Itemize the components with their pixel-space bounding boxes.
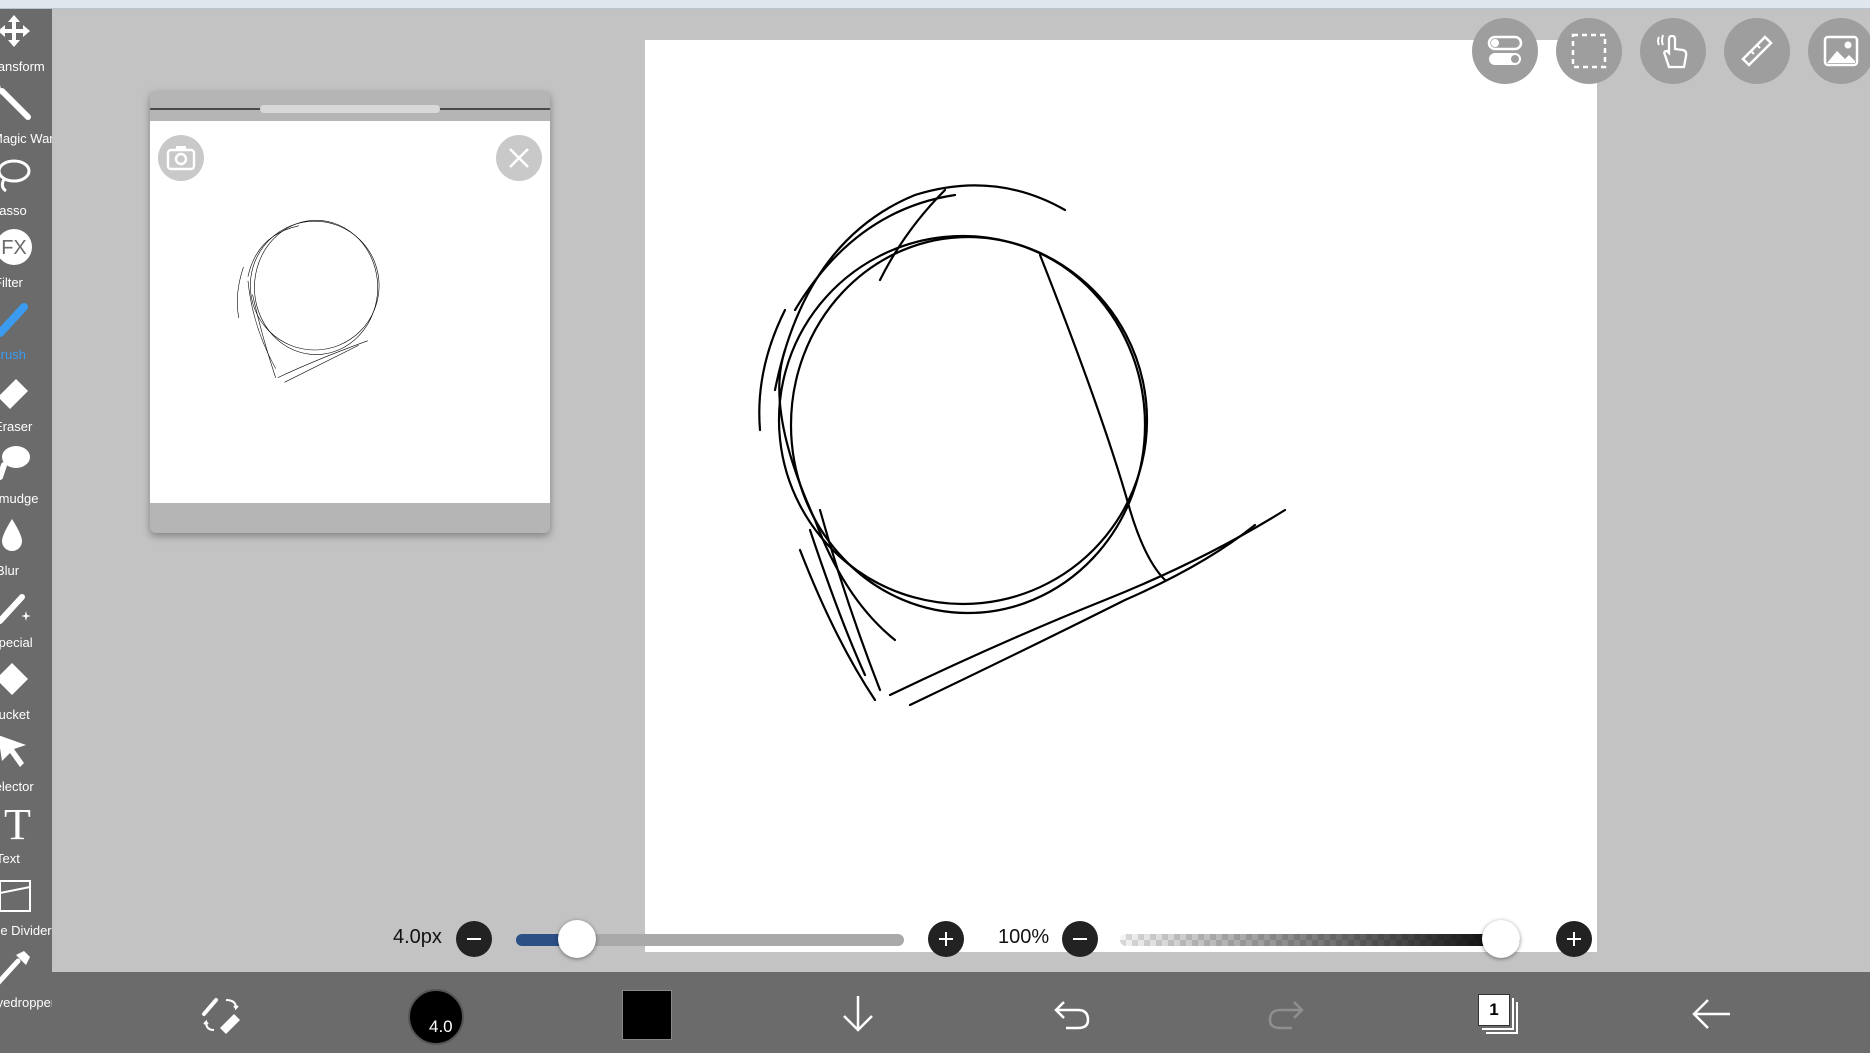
color-swatch[interactable] xyxy=(622,990,672,1040)
tool-bucket[interactable]: Bucket xyxy=(0,657,52,729)
svg-text:T: T xyxy=(4,803,31,843)
blur-drop-icon xyxy=(2,519,22,551)
eraser-icon xyxy=(0,379,28,409)
reference-preview xyxy=(150,121,550,503)
plus-icon xyxy=(1567,932,1581,946)
brush-eraser-swap-icon[interactable] xyxy=(200,994,244,1034)
material-button[interactable] xyxy=(1808,18,1870,84)
tool-filter[interactable]: FX Filter xyxy=(0,225,52,297)
layers-button[interactable]: 1 xyxy=(1478,994,1518,1034)
reference-window-drag-handle[interactable] xyxy=(260,105,440,113)
bottom-toolbar: 4.0 1 xyxy=(52,972,1870,1053)
tool-label: Bucket xyxy=(0,707,30,722)
transform-icon xyxy=(0,15,30,47)
tool-label: Filter xyxy=(0,275,23,290)
tool-label: Transform xyxy=(0,59,45,74)
tool-transform[interactable]: Transform xyxy=(0,9,52,81)
selection-icon xyxy=(1571,33,1607,69)
brush-size-badge: 4.0 xyxy=(429,1017,453,1036)
tool-label: Special xyxy=(0,635,33,650)
toggle-settings-icon xyxy=(1487,35,1523,65)
eyedropper-icon xyxy=(0,951,30,985)
tool-label: Magic Wand xyxy=(0,131,52,146)
hand-tool-button[interactable] xyxy=(1640,18,1706,84)
bucket-icon xyxy=(0,663,28,695)
reference-close-button[interactable] xyxy=(496,135,542,181)
tool-eyedropper[interactable]: Eyedropper xyxy=(0,945,52,1017)
opacity-value: 100% xyxy=(998,926,1050,948)
brush-size-minus-button[interactable] xyxy=(456,921,492,957)
selector-arrow-icon xyxy=(0,735,26,767)
tool-smudge[interactable]: Smudge xyxy=(0,441,52,513)
tool-brush[interactable]: Brush xyxy=(0,297,52,369)
ruler-icon xyxy=(1741,35,1773,67)
opacity-plus-button[interactable] xyxy=(1556,921,1592,957)
opacity-slider-knob[interactable] xyxy=(1482,920,1520,958)
tool-label: Smudge xyxy=(0,491,39,506)
brush-size-value: 4.0px xyxy=(393,926,442,948)
opacity-minus-button[interactable] xyxy=(1062,921,1098,957)
save-down-icon[interactable] xyxy=(838,992,878,1036)
smudge-icon xyxy=(0,446,30,480)
tool-frame-divider[interactable]: Frame Divider xyxy=(0,873,52,945)
text-icon: T xyxy=(4,803,31,843)
tool-label: Text xyxy=(0,851,20,866)
minus-icon xyxy=(467,938,481,940)
tool-label: Lasso xyxy=(0,203,27,218)
frame-divider-icon xyxy=(0,880,31,912)
fx-icon: FX xyxy=(0,229,32,265)
tool-lasso[interactable]: Lasso xyxy=(0,153,52,225)
sketch-strokes xyxy=(758,184,1287,707)
selection-button[interactable] xyxy=(1556,18,1622,84)
plus-icon xyxy=(939,932,953,946)
tool-sidebar: Transform Magic Wand Lasso FX Filter Bru… xyxy=(0,9,52,1053)
magic-wand-icon xyxy=(0,85,31,120)
layer-count: 1 xyxy=(1478,994,1510,1026)
toggle-settings-button[interactable] xyxy=(1472,18,1538,84)
reference-window[interactable] xyxy=(150,91,550,533)
tool-label: Eraser xyxy=(0,419,33,434)
opacity-slider[interactable] xyxy=(1120,934,1520,946)
tool-label: Frame Divider xyxy=(0,923,52,938)
drawing-canvas[interactable] xyxy=(645,40,1597,952)
brush-size-slider-knob[interactable] xyxy=(558,920,596,958)
reference-sketch xyxy=(236,219,380,383)
tool-special[interactable]: Special xyxy=(0,585,52,657)
minus-icon xyxy=(1073,938,1087,940)
reference-camera-button[interactable] xyxy=(158,135,204,181)
undo-icon[interactable] xyxy=(1052,994,1092,1034)
close-icon xyxy=(509,148,529,168)
title-bar xyxy=(0,0,1870,9)
tool-text[interactable]: T Text xyxy=(0,801,52,873)
lasso-icon xyxy=(0,159,31,193)
camera-icon xyxy=(166,146,196,171)
hand-touch-icon xyxy=(1657,34,1688,69)
tool-magic-wand[interactable]: Magic Wand xyxy=(0,81,52,153)
tool-label: Brush xyxy=(0,347,26,362)
material-image-icon xyxy=(1823,35,1859,67)
ruler-button[interactable] xyxy=(1724,18,1790,84)
tool-label: Selector xyxy=(0,779,34,794)
redo-icon[interactable] xyxy=(1266,994,1306,1034)
brush-size-plus-button[interactable] xyxy=(928,921,964,957)
tool-blur[interactable]: Blur xyxy=(0,513,52,585)
brush-size-button[interactable]: 4.0 xyxy=(408,989,464,1045)
special-sparkle-icon xyxy=(0,594,31,624)
tool-label: Eyedropper xyxy=(0,995,52,1010)
back-icon[interactable] xyxy=(1690,994,1734,1034)
brush-icon xyxy=(0,303,28,337)
tool-selector[interactable]: Selector xyxy=(0,729,52,801)
tool-label: Blur xyxy=(0,563,20,578)
tool-eraser[interactable]: Eraser xyxy=(0,369,52,441)
svg-text:FX: FX xyxy=(1,237,27,259)
